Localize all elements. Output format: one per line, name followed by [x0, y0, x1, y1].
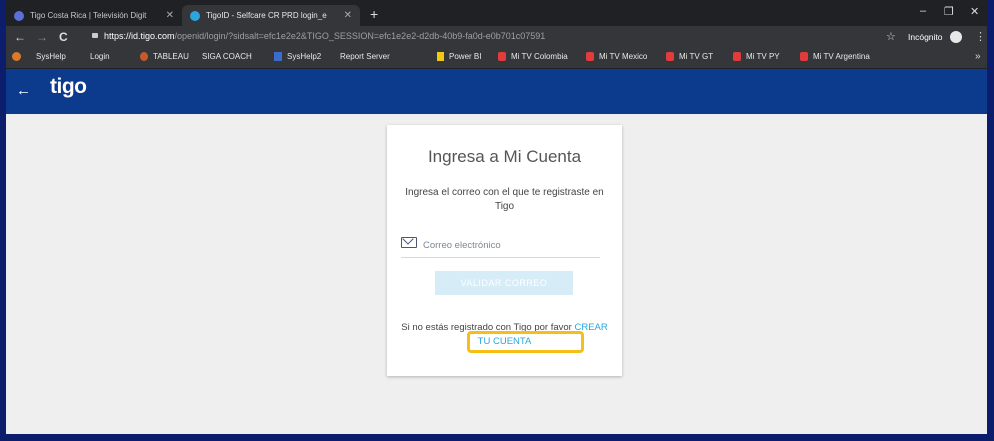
back-arrow-icon[interactable]: ← [16, 82, 31, 99]
email-field-row [401, 235, 600, 258]
bookmark-login[interactable]: Login [90, 52, 110, 175]
mitv-icon [666, 52, 674, 61]
browser-window: Tigo Costa Rica | Televisión Digit ✕ Tig… [6, 0, 987, 434]
login-card: Ingresa a Mi Cuenta Ingresa el correo co… [387, 125, 622, 376]
bookmark-mitv-gt[interactable]: Mi TV GT [666, 52, 713, 61]
signup-prefix: Si no estás registrado con Tigo por favo… [401, 322, 575, 333]
url-path: /openid/login/?sidsalt=efc1e2e2&TIGO_SES… [174, 31, 546, 41]
browser-menu-icon[interactable]: ⋮ [975, 30, 986, 43]
signup-prompt: Si no estás registrado con Tigo por favo… [399, 321, 610, 349]
close-tab-icon[interactable]: ✕ [166, 10, 174, 21]
bookmark-label: TABLEAU [153, 52, 189, 61]
powerbi-icon [437, 52, 444, 61]
incognito-icon[interactable] [950, 31, 962, 43]
bookmark-power-bi[interactable]: Power BI [437, 52, 481, 61]
bookmark-syshelp2[interactable]: SysHelp2 [274, 52, 321, 61]
bookmark-syshelp[interactable]: SysHelp [36, 52, 66, 175]
tigo-header: ← tigo [6, 69, 987, 114]
bookmark-report-server[interactable]: Report Server [340, 52, 390, 175]
new-tab-button[interactable]: + [370, 6, 378, 22]
mail-icon [401, 237, 417, 248]
bookmark-label: Report Server [340, 52, 390, 61]
tab-label: Tigo Costa Rica | Televisión Digit [30, 11, 147, 20]
bookmark-mitv-argentina[interactable]: Mi TV Argentina [800, 52, 870, 61]
bookmarks-bar: SysHelp Login TABLEAU SIGA COACH SysHelp… [6, 48, 987, 175]
bookmark-label: SysHelp [36, 52, 66, 61]
page-background: Ingresa a Mi Cuenta Ingresa el correo co… [6, 114, 987, 434]
tab-tigo-costa-rica[interactable]: Tigo Costa Rica | Televisión Digit ✕ [6, 5, 182, 26]
mitv-icon [733, 52, 741, 61]
bookmark-tableau[interactable]: TABLEAU [140, 52, 189, 61]
forward-icon[interactable]: → [36, 30, 48, 44]
bookmark-label: Mi TV Argentina [813, 52, 870, 61]
bookmark-label: Mi TV PY [746, 52, 780, 61]
bookmark-mitv-colombia[interactable]: Mi TV Colombia [498, 52, 568, 61]
bookmark-label: SIGA COACH [202, 52, 252, 61]
lock-icon [92, 33, 98, 38]
bookmark-mitv-py[interactable]: Mi TV PY [733, 52, 780, 61]
incognito-label: Incógnito [908, 32, 943, 42]
bookmark-label: SysHelp2 [287, 52, 322, 61]
address-toolbar: ← → C https://id.tigo.com/openid/login/?… [6, 26, 987, 48]
email-field[interactable] [423, 235, 598, 255]
bookmark-siga-coach[interactable]: SIGA COACH [202, 52, 252, 175]
folder-icon [274, 52, 282, 61]
bookmark-label: Login [90, 52, 110, 61]
bookmark-mitv-mexico[interactable]: Mi TV Mexico [586, 52, 647, 61]
validate-email-button[interactable]: VALIDAR CORREO [435, 271, 573, 295]
back-icon[interactable]: ← [14, 30, 26, 44]
bookmark-label: Mi TV GT [679, 52, 714, 61]
card-title: Ingresa a Mi Cuenta [427, 147, 582, 166]
close-tab-icon[interactable]: ✕ [344, 10, 352, 21]
mitv-icon [800, 52, 808, 61]
url-host: https://id.tigo.com [104, 31, 175, 41]
tab-tigoid-login[interactable]: TigoID - Selfcare CR PRD login_e ✕ [182, 5, 360, 26]
tigo-logo: tigo [50, 75, 87, 98]
minimize-icon[interactable]: – [920, 5, 926, 17]
bookmarks-overflow-icon[interactable]: » [975, 51, 981, 62]
tab-label: TigoID - Selfcare CR PRD login_e [206, 11, 327, 20]
profile-avatar-icon [12, 52, 21, 61]
bookmark-label: Power BI [449, 52, 482, 61]
restore-icon[interactable]: ❐ [944, 5, 954, 18]
mitv-icon [498, 52, 506, 61]
bookmark-label: Mi TV Mexico [599, 52, 648, 61]
close-window-icon[interactable]: ✕ [970, 5, 979, 18]
bookmark-label: Mi TV Colombia [511, 52, 568, 61]
profile-icon[interactable] [12, 52, 26, 61]
tigo-favicon-icon [190, 10, 200, 21]
mitv-icon [586, 52, 594, 61]
card-subtitle: Ingresa el correo con el que te registra… [405, 187, 604, 212]
tigo-favicon-icon [14, 10, 24, 21]
tab-strip: Tigo Costa Rica | Televisión Digit ✕ Tig… [6, 0, 987, 26]
bookmark-star-icon[interactable]: ☆ [886, 30, 896, 43]
address-bar[interactable]: https://id.tigo.com/openid/login/?sidsal… [92, 31, 545, 41]
tableau-icon [140, 52, 148, 61]
reload-icon[interactable]: C [59, 30, 68, 44]
